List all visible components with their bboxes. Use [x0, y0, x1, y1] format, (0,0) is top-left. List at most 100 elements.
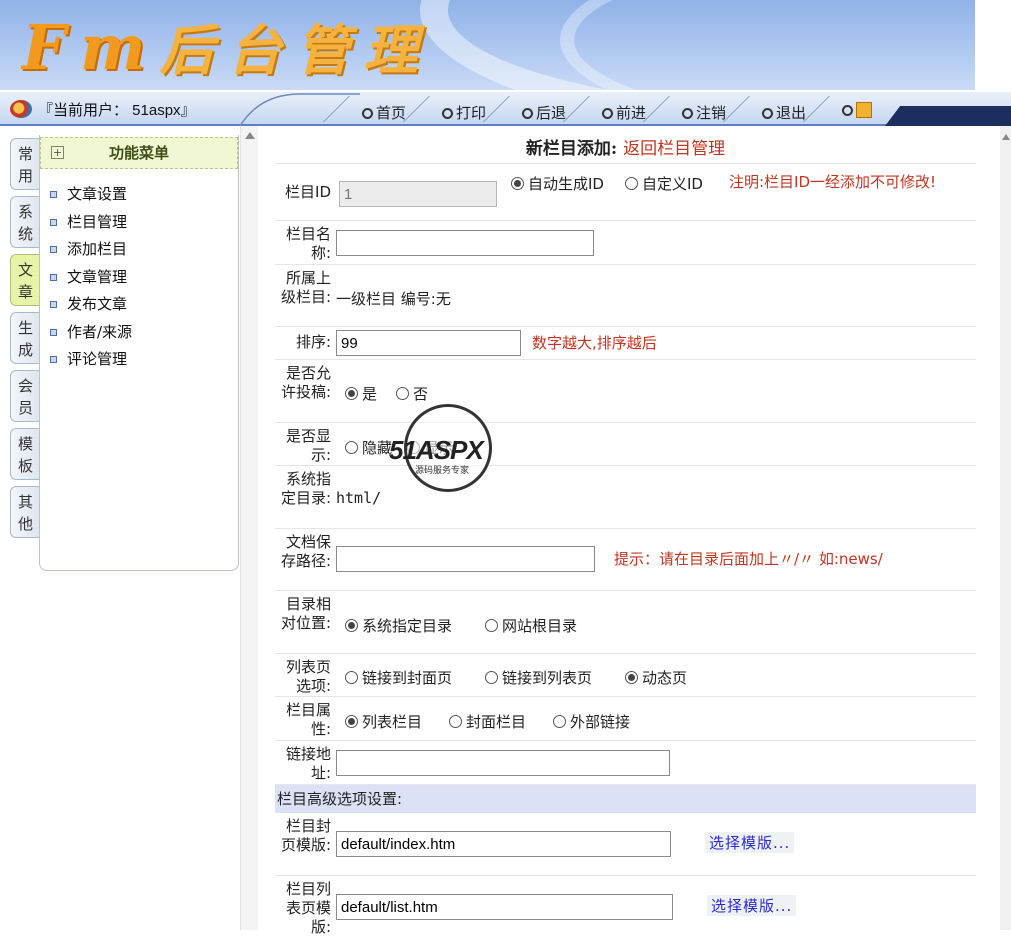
radio-button[interactable]: [396, 387, 409, 400]
menu-item[interactable]: 栏目管理: [40, 209, 238, 237]
nav-home[interactable]: 首页: [323, 96, 406, 123]
scroll-up-icon[interactable]: [245, 132, 255, 139]
circle-icon: [522, 108, 533, 119]
row-attribute: 栏目属性: 列表栏目 封面栏目 外部链接: [275, 697, 976, 741]
radio-button[interactable]: [345, 671, 358, 684]
nav-back[interactable]: 后退: [483, 96, 566, 123]
tab-system[interactable]: 系统: [10, 196, 40, 248]
choose-list-template-button[interactable]: 选择模版...: [707, 895, 797, 916]
menu-item[interactable]: 作者/来源: [40, 319, 238, 347]
radio-button[interactable]: [449, 715, 462, 728]
radio-dynamic[interactable]: 动态页: [625, 667, 687, 688]
menu-item[interactable]: 文章设置: [40, 181, 238, 209]
radio-auto-id[interactable]: 自动生成ID: [511, 174, 609, 194]
nav-exit[interactable]: 退出: [723, 96, 806, 123]
row-dir-position: 目录相对位置: 系统指定目录 网站根目录: [275, 591, 976, 654]
category-name-input[interactable]: [336, 230, 594, 256]
expand-icon[interactable]: +: [51, 146, 64, 159]
add-category-form: 新栏目添加:返回栏目管理 栏目ID 自动生成ID 自定义ID 注明:栏目ID一经…: [275, 134, 976, 936]
nav-forward[interactable]: 前进: [563, 96, 646, 123]
radio-link-list[interactable]: 链接到列表页: [485, 667, 592, 688]
row-save-path: 文档保存路径: 提示：请在目录后面加上〃/〃 如:news/: [275, 529, 976, 591]
menu-item[interactable]: 评论管理: [40, 346, 238, 374]
header-banner: Fm后台管理: [0, 0, 1011, 90]
bullet-icon: [50, 218, 57, 226]
cover-template-input[interactable]: [336, 831, 671, 857]
id-note: 注明:栏目ID一经添加不可修改!: [729, 173, 937, 191]
menu-scrollbar[interactable]: [240, 126, 258, 930]
menu-header: + 功能菜单: [40, 137, 238, 169]
circle-icon: [842, 105, 853, 116]
radio-allow-no[interactable]: 否: [396, 383, 428, 404]
radio-button[interactable]: [553, 715, 566, 728]
back-to-category-link[interactable]: 返回栏目管理: [623, 139, 725, 159]
toolbar-right-bar: [885, 106, 1011, 126]
choose-cover-template-button[interactable]: 选择模版...: [705, 832, 795, 853]
form-title: 新栏目添加: 返回栏目管理: [275, 134, 976, 164]
row-parent: 所属上级栏目: 一级栏目 编号:无: [275, 265, 976, 327]
nav-home-icon-button[interactable]: [803, 96, 872, 122]
row-allow-submit: 是否允许投稿: 是 否: [275, 360, 976, 423]
app-logo: Fm后台管理: [22, 11, 432, 84]
radio-button[interactable]: [345, 441, 358, 454]
radio-site-root[interactable]: 网站根目录: [485, 615, 577, 636]
radio-sys-dir[interactable]: 系统指定目录: [345, 615, 452, 636]
radio-cover-category[interactable]: 封面栏目: [449, 711, 526, 732]
row-category-name: 栏目名称:: [275, 221, 976, 265]
row-link-url: 链接地址:: [275, 741, 976, 785]
order-input[interactable]: [336, 330, 521, 356]
radio-button[interactable]: [345, 715, 358, 728]
row-sys-dir: 系统指定目录: html/: [275, 466, 976, 529]
nav-logout[interactable]: 注销: [643, 96, 726, 123]
nav-print[interactable]: 打印: [403, 96, 486, 123]
menu-item[interactable]: 发布文章: [40, 291, 238, 319]
watermark-brand: 51ASPX: [389, 435, 484, 465]
bullet-icon: [50, 356, 57, 363]
radio-button[interactable]: [485, 619, 498, 632]
list-template-input[interactable]: [336, 894, 673, 920]
bullet-icon: [50, 301, 57, 308]
watermark-logo: 51ASPX 源码服务专家: [389, 404, 492, 492]
tab-common[interactable]: 常用: [10, 138, 40, 190]
tab-article[interactable]: 文章: [10, 254, 40, 306]
circle-icon: [682, 108, 693, 119]
tab-generate[interactable]: 生成: [10, 312, 40, 364]
radio-button[interactable]: [625, 671, 638, 684]
function-menu: + 功能菜单 文章设置 栏目管理 添加栏目 文章管理 发布文章 作者/来源 评论…: [39, 135, 239, 571]
tab-template[interactable]: 模板: [10, 428, 40, 480]
menu-item[interactable]: 文章管理: [40, 264, 238, 292]
radio-external-link[interactable]: 外部链接: [553, 711, 630, 732]
radio-button[interactable]: [511, 177, 524, 190]
scroll-up-icon[interactable]: [1002, 134, 1010, 140]
watermark-tag: 源码服务专家: [415, 466, 470, 476]
row-list-options: 列表页选项: 链接到封面页 链接到列表页 动态页: [275, 654, 976, 697]
parent-value: 一级栏目 编号:无: [336, 290, 451, 308]
circle-icon: [362, 108, 373, 119]
current-user: 『当前用户： 51aspx』: [10, 99, 196, 120]
radio-button[interactable]: [625, 177, 638, 190]
radio-button[interactable]: [345, 387, 358, 400]
radio-button[interactable]: [345, 619, 358, 632]
tab-member[interactable]: 会员: [10, 370, 40, 422]
radio-list-category[interactable]: 列表栏目: [345, 711, 422, 732]
save-path-input[interactable]: [336, 546, 595, 572]
bullet-icon: [50, 273, 57, 281]
radio-custom-id[interactable]: 自定义ID: [625, 174, 720, 194]
radio-button[interactable]: [485, 671, 498, 684]
advanced-section-title: 栏目高级选项设置:: [275, 785, 976, 813]
link-url-input[interactable]: [336, 750, 670, 776]
radio-allow-yes[interactable]: 是: [345, 383, 377, 404]
globe-icon: [10, 100, 32, 118]
banner-swoosh: [560, 0, 975, 90]
category-id-input[interactable]: [339, 181, 497, 207]
tab-other[interactable]: 其他: [10, 486, 40, 538]
top-toolbar: 『当前用户： 51aspx』 首页 打印 后退 前进 注销 退出: [0, 92, 1011, 126]
radio-link-cover[interactable]: 链接到封面页: [345, 667, 452, 688]
radio-hide[interactable]: 隐藏: [345, 437, 392, 458]
bullet-icon: [50, 246, 57, 253]
house-icon: [856, 102, 872, 118]
menu-item[interactable]: 添加栏目: [40, 236, 238, 264]
row-order: 排序: 数字越大,排序越后: [275, 327, 976, 360]
page-scrollbar[interactable]: [1000, 126, 1011, 930]
bullet-icon: [50, 191, 57, 198]
